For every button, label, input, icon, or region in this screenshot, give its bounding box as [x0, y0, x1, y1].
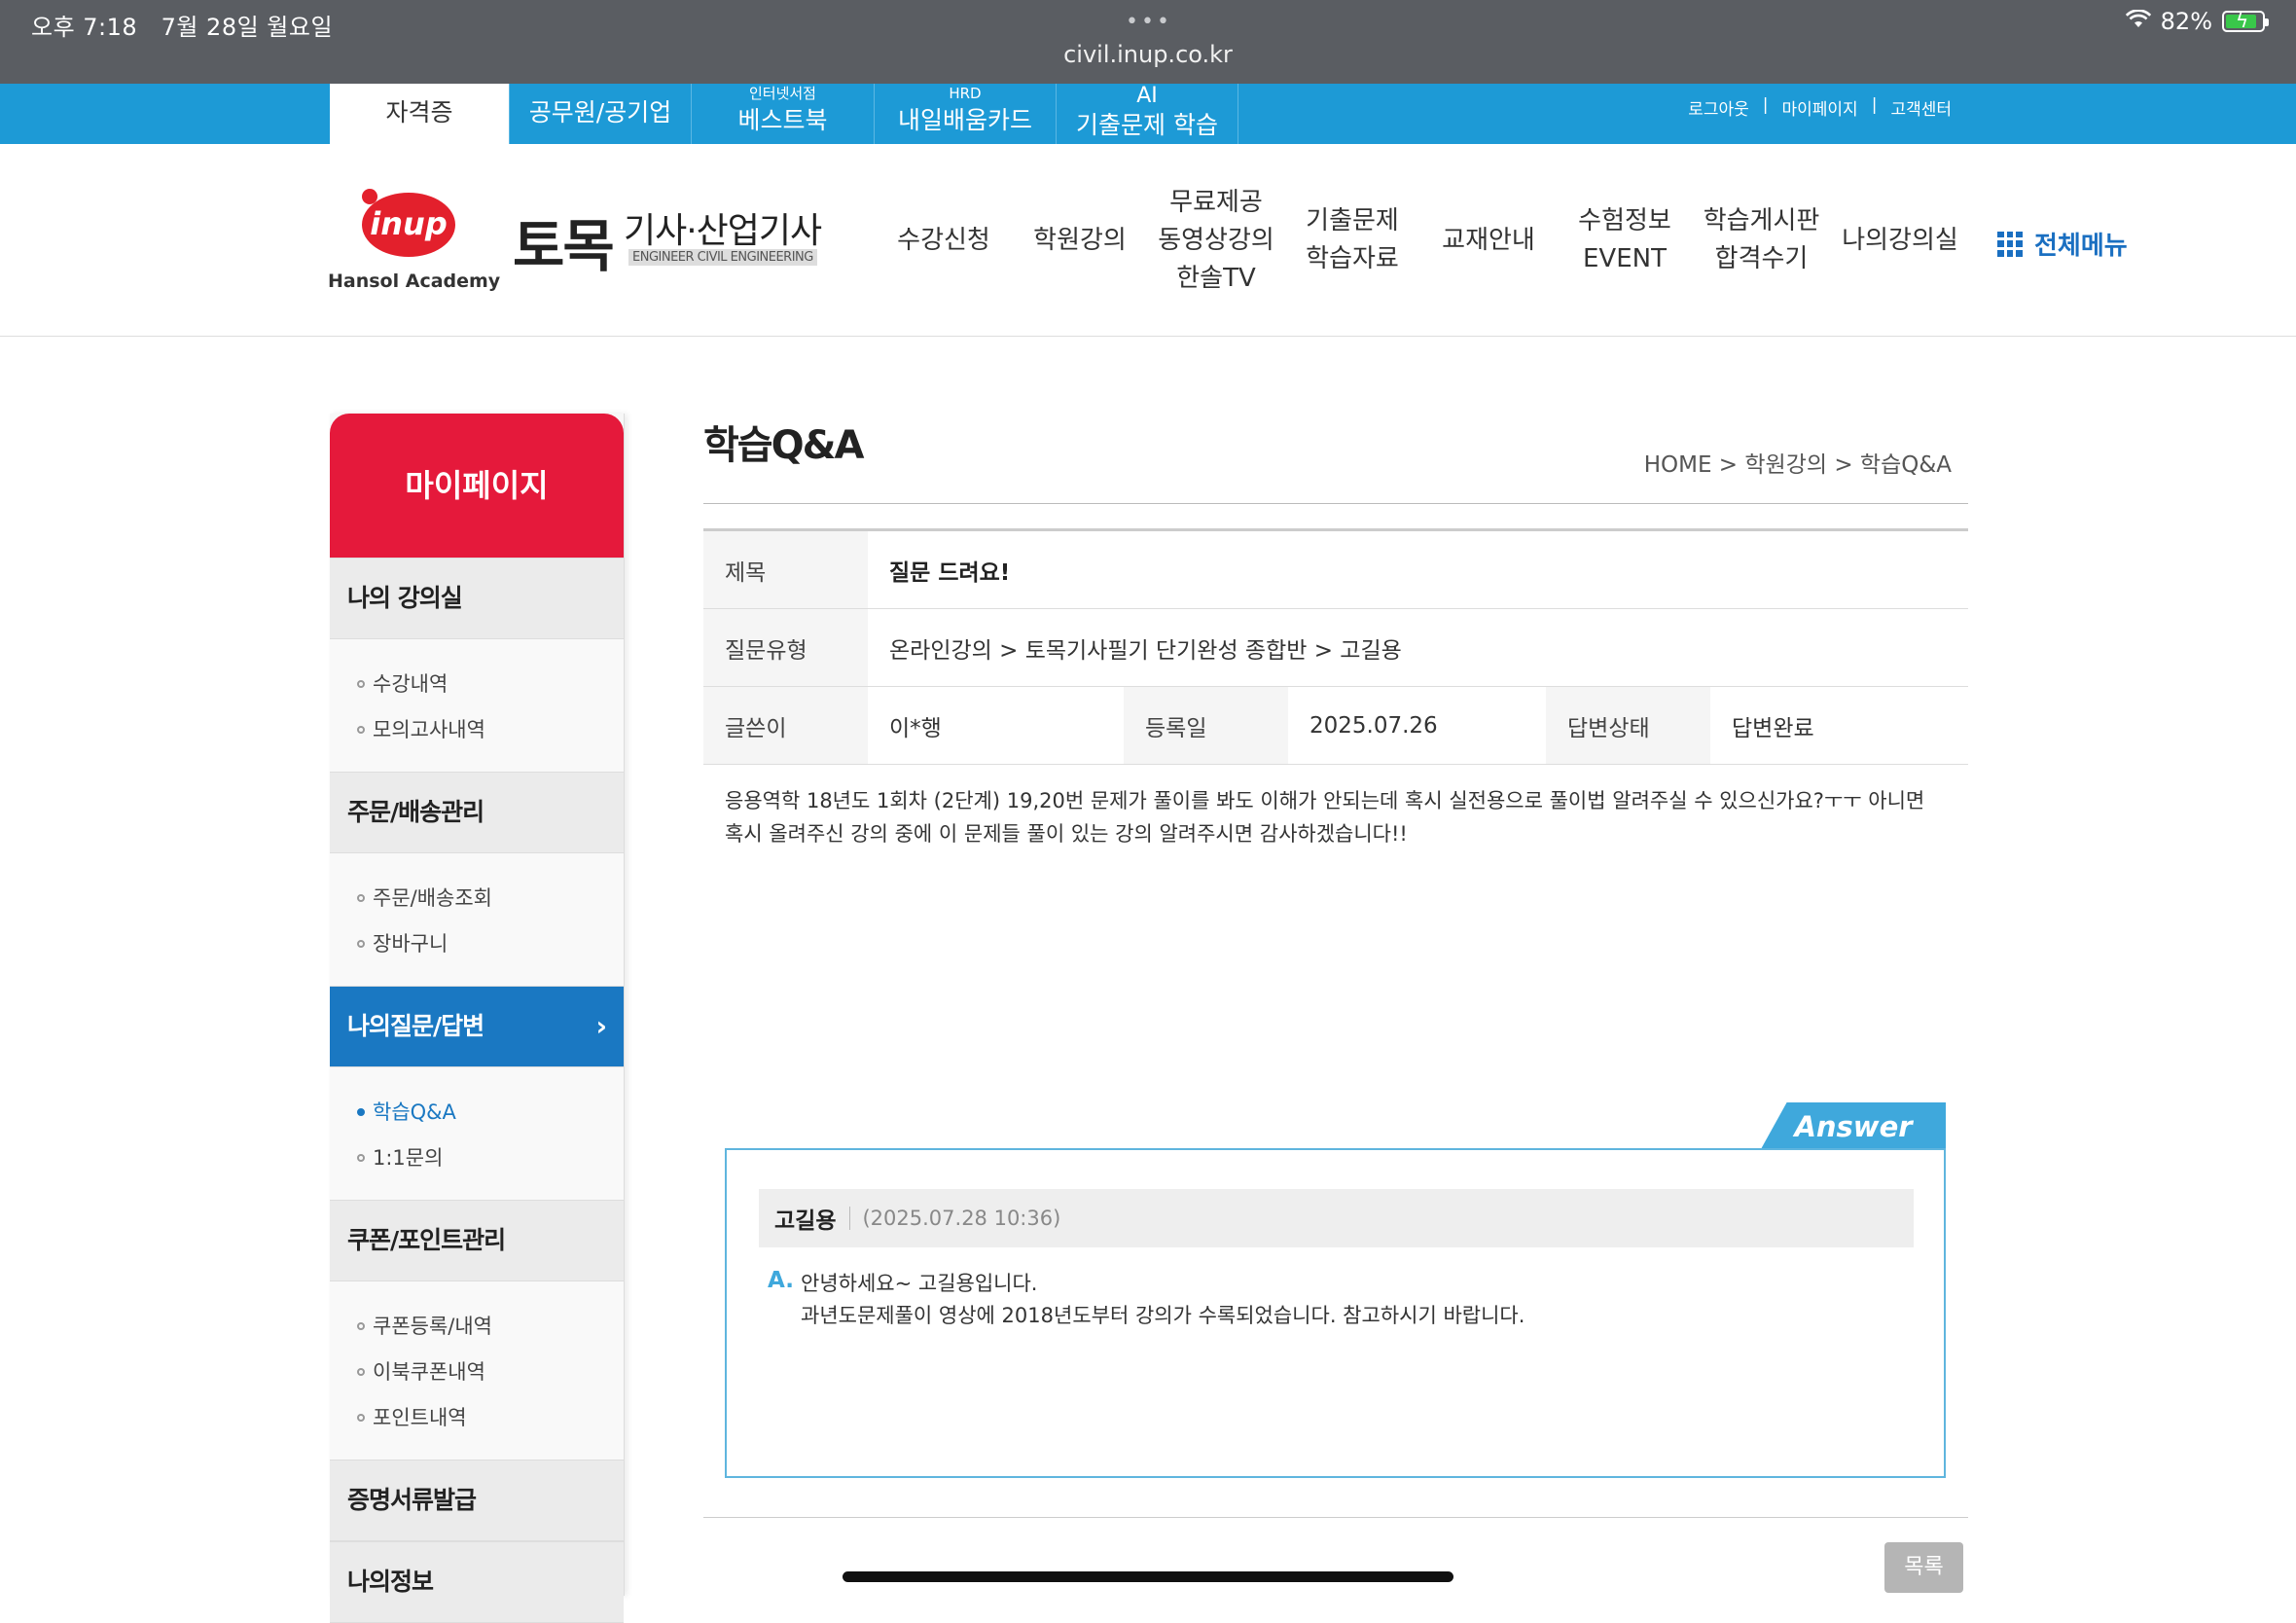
sidebar-section-orders[interactable]: 주문/배송관리: [330, 772, 624, 853]
mypage-link[interactable]: 마이페이지: [1782, 95, 1858, 120]
answer-box: 고길용 (2025.07.28 10:36) A. 안녕하세요~ 고길용입니다.…: [725, 1148, 1946, 1478]
bullet-icon: [357, 893, 365, 902]
page-title: 학습Q&A: [703, 423, 864, 468]
table-row-type: 질문유형 온라인강의 > 토목기사필기 단기완성 종합반 > 고길용: [703, 609, 1968, 687]
nav-free-video[interactable]: 무료제공 동영상강의 한솔TV: [1148, 144, 1284, 337]
type-value: 온라인강의 > 토목기사필기 단기완성 종합반 > 고길용: [889, 637, 1402, 664]
nav-past-exams[interactable]: 기출문제 학습자료: [1294, 144, 1411, 337]
grid-menu-icon: [1997, 231, 2023, 257]
nav-textbooks[interactable]: 교재안내: [1430, 144, 1547, 337]
mypage-sidebar: 마이페이지 나의 강의실 수강내역 모의고사내역 주문/배송관리 주문/배송조회…: [330, 414, 625, 1623]
divider: [703, 1517, 1968, 1518]
sidebar-section-my-classroom[interactable]: 나의 강의실: [330, 558, 624, 639]
battery-icon: ϟ: [2222, 9, 2269, 32]
home-indicator[interactable]: [843, 1571, 1453, 1582]
sidebar-item-enrollment[interactable]: 수강내역: [357, 661, 624, 706]
brand-title[interactable]: 토목: [513, 200, 615, 282]
type-label: 질문유형: [703, 609, 868, 686]
customer-center-link[interactable]: 고객센터: [1890, 95, 1952, 120]
bullet-icon: [357, 1107, 365, 1116]
table-row-subject: 제목 질문 드려요!: [703, 531, 1968, 609]
date-value: 2025.07.26: [1309, 712, 1438, 739]
sidebar-item-inquiry[interactable]: 1:1문의: [357, 1135, 624, 1180]
sidebar-section-items: 쿠폰등록/내역 이북쿠폰내역 포인트내역: [330, 1281, 624, 1460]
all-menu-button[interactable]: 전체메뉴: [1997, 226, 2128, 262]
site-header: inup Hansol Academy 토목 기사·산업기사 ENGINEER …: [0, 144, 2296, 337]
author-label: 글쓴이: [703, 687, 868, 764]
answer-prefix: A.: [768, 1268, 794, 1293]
address-bar[interactable]: civil.inup.co.kr: [0, 41, 2296, 68]
sidebar-item-coupon-register[interactable]: 쿠폰등록/내역: [357, 1303, 624, 1349]
logo-subtitle: Hansol Academy: [328, 270, 501, 292]
sidebar-item-points[interactable]: 포인트내역: [357, 1394, 624, 1440]
brand-english: ENGINEER CIVIL ENGINEERING: [628, 249, 817, 266]
battery-percent: 82%: [2160, 8, 2212, 35]
sidebar-section-items: 학습Q&A 1:1문의: [330, 1067, 624, 1200]
status-value: 답변완료: [1732, 715, 1814, 741]
inup-logo[interactable]: inup: [362, 193, 455, 257]
answer-date: (2025.07.28 10:36): [849, 1207, 1060, 1230]
answer-header: 고길용 (2025.07.28 10:36): [759, 1189, 1914, 1247]
nav-enroll[interactable]: 수강신청: [885, 144, 1002, 337]
question-body: 응용역학 18년도 1회차 (2단계) 19,20번 문제가 풀이를 봐도 이해…: [725, 789, 1925, 846]
table-row-meta: 글쓴이 이*행 등록일 2025.07.26 답변상태 답변완료: [703, 687, 1968, 765]
sidebar-section-items: 수강내역 모의고사내역: [330, 639, 624, 772]
sidebar-section-my-questions[interactable]: 나의질문/답변 ›: [330, 986, 624, 1067]
bullet-icon: [357, 1153, 365, 1162]
browser-status-bar: 오후 7:18 7월 28일 월요일 ••• civil.inup.co.kr …: [0, 0, 2296, 84]
date-label: 등록일: [1124, 687, 1288, 764]
bullet-icon: [357, 679, 365, 688]
nav-board[interactable]: 학습게시판 합격수기: [1696, 144, 1827, 337]
tab-ai-exam[interactable]: AI 기출문제 학습: [1057, 84, 1238, 144]
site-top-bar: 자격증 공무원/공기업 인터넷서점 베스트북 HRD 내일배움카드 AI 기출문…: [0, 84, 2296, 144]
sidebar-section-items: 주문/배송조회 장바구니: [330, 853, 624, 986]
sidebar-item-study-qa[interactable]: 학습Q&A: [357, 1089, 624, 1135]
tab-certificate[interactable]: 자격증: [330, 84, 510, 144]
brand-subtitle: 기사·산업기사: [624, 211, 822, 251]
nav-academy[interactable]: 학원강의: [1022, 144, 1138, 337]
bullet-icon: [357, 939, 365, 948]
answer-text: 안녕하세요~ 고길용입니다. 과년도문제풀이 영상에 2018년도부터 강의가 …: [801, 1272, 1525, 1327]
status-label: 답변상태: [1546, 687, 1710, 764]
sidebar-section-my-info[interactable]: 나의정보: [330, 1541, 624, 1623]
divider: [703, 503, 1968, 504]
sidebar-section-coupons[interactable]: 쿠폰/포인트관리: [330, 1200, 624, 1281]
tab-hrd-card[interactable]: HRD 내일배움카드: [875, 84, 1057, 144]
subject-label: 제목: [703, 531, 868, 608]
answerer-name: 고길용: [774, 1208, 837, 1234]
status-time: 오후 7:18 7월 28일 월요일: [31, 14, 334, 41]
bullet-icon: [357, 1321, 365, 1330]
chevron-right-icon: ›: [595, 1010, 607, 1042]
sidebar-item-mock-exam[interactable]: 모의고사내역: [357, 706, 624, 752]
tab-civil-service[interactable]: 공무원/공기업: [510, 84, 692, 144]
more-dots-icon[interactable]: •••: [1126, 10, 1172, 34]
answer-tab: Answer: [1761, 1102, 1946, 1149]
sidebar-item-order-lookup[interactable]: 주문/배송조회: [357, 875, 624, 920]
author-value: 이*행: [889, 715, 942, 741]
wifi-icon: [2125, 8, 2151, 35]
list-button[interactable]: 목록: [1884, 1542, 1963, 1593]
breadcrumb: HOME > 학원강의 > 학습Q&A: [1643, 452, 1952, 478]
divider: |: [1871, 95, 1878, 115]
bullet-icon: [357, 725, 365, 734]
logout-link[interactable]: 로그아웃: [1688, 95, 1749, 120]
sidebar-title: 마이페이지: [330, 414, 624, 558]
divider: |: [1762, 95, 1769, 115]
sidebar-section-certificates[interactable]: 증명서류발급: [330, 1460, 624, 1541]
bullet-icon: [357, 1367, 365, 1376]
nav-exam-info[interactable]: 수험정보 EVENT: [1566, 144, 1683, 337]
nav-my-classroom[interactable]: 나의강의실: [1837, 144, 1963, 337]
tab-bestbook[interactable]: 인터넷서점 베스트북: [692, 84, 875, 144]
sidebar-item-ebook-coupon[interactable]: 이북쿠폰내역: [357, 1349, 624, 1394]
subject-value: 질문 드려요!: [889, 559, 1011, 586]
bullet-icon: [357, 1413, 365, 1422]
status-indicators: 82% ϟ: [2125, 8, 2269, 35]
sidebar-item-cart[interactable]: 장바구니: [357, 920, 624, 966]
utility-links: 로그아웃 | 마이페이지 | 고객센터: [1688, 95, 1952, 120]
